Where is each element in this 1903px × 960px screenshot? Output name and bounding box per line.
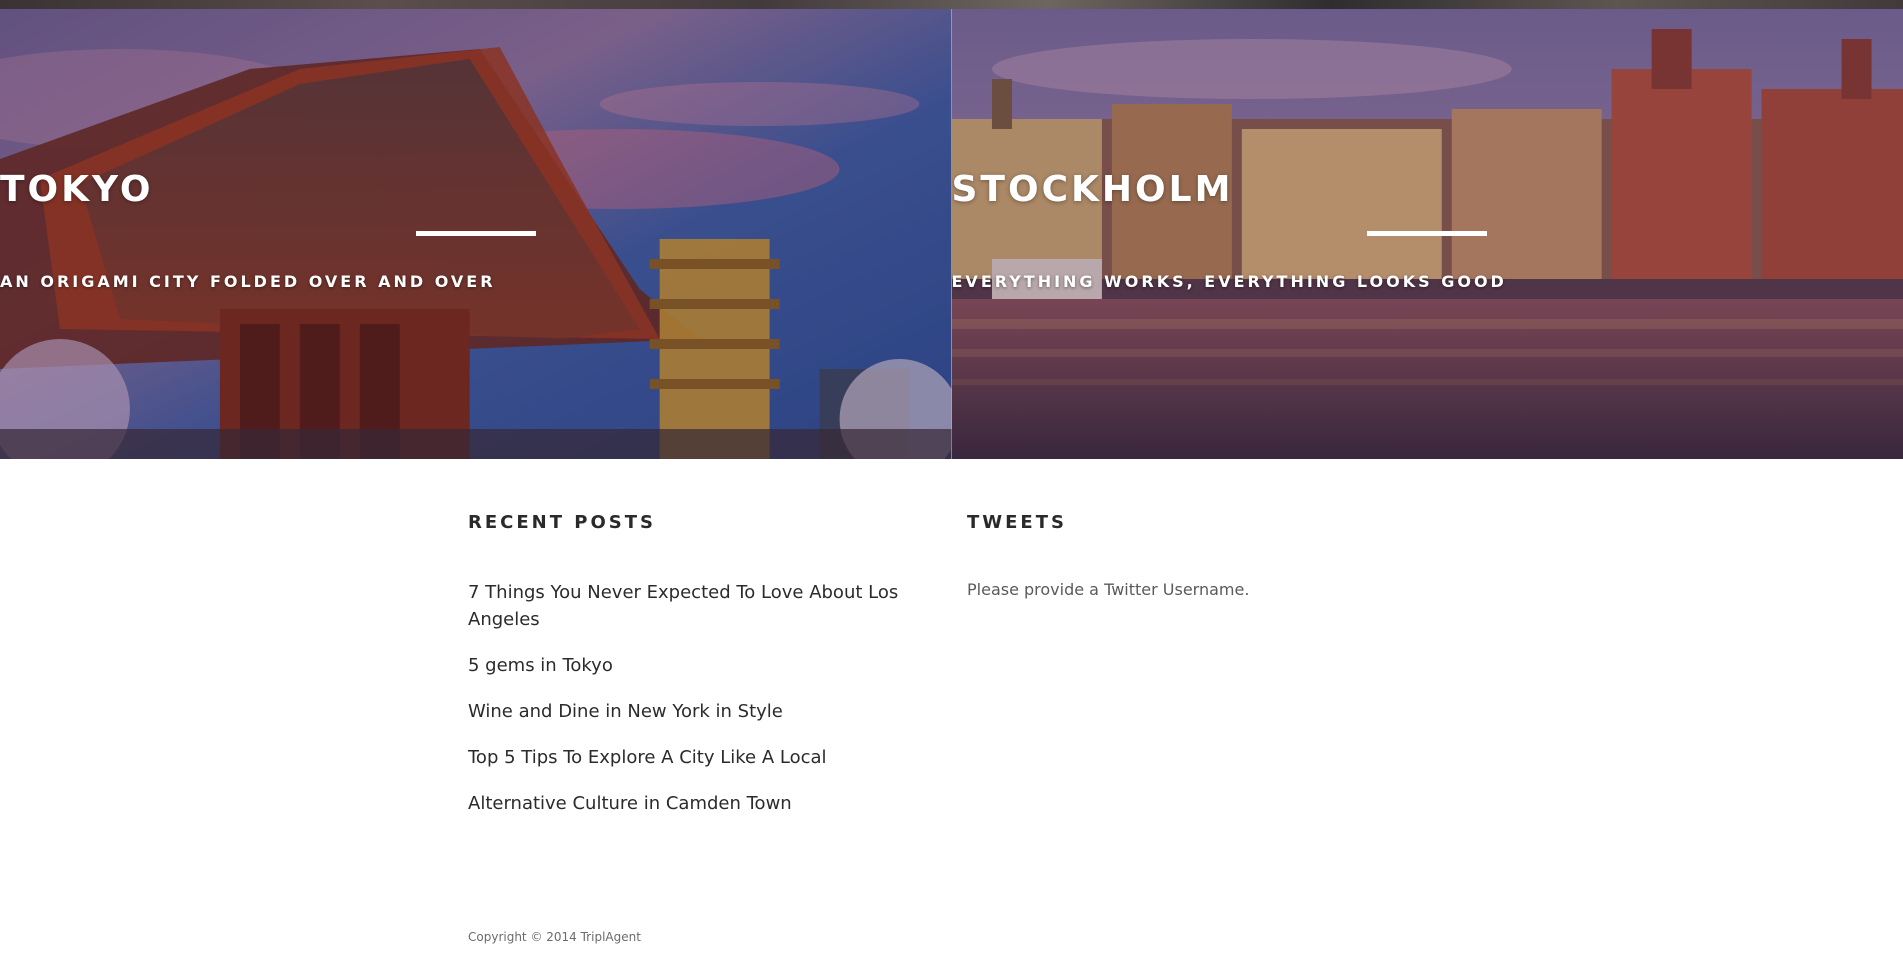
- tile-divider: [415, 231, 536, 236]
- previous-section-strip: [0, 0, 1903, 9]
- widget-title: TWEETS: [967, 512, 1067, 533]
- list-item: 7 Things You Never Expected To Love Abou…: [468, 579, 908, 633]
- tile-divider: [1367, 231, 1488, 236]
- destination-tiles: TOKYO AN ORIGAMI CITY FOLDED OVER AND OV…: [0, 9, 1903, 459]
- widget-title: RECENT POSTS: [468, 512, 656, 533]
- copyright-text: Copyright © 2014 TriplAgent: [468, 930, 641, 944]
- destination-tile-stockholm[interactable]: STOCKHOLM EVERYTHING WORKS, EVERYTHING L…: [951, 9, 1903, 459]
- recent-post-link[interactable]: Wine and Dine in New York in Style: [468, 698, 783, 725]
- recent-posts-widget: RECENT POSTS 7 Things You Never Expected…: [468, 512, 908, 836]
- tile-title: STOCKHOLM: [951, 169, 1234, 210]
- list-item: 5 gems in Tokyo: [468, 652, 908, 679]
- tile-title: TOKYO: [0, 169, 154, 210]
- list-item: Alternative Culture in Camden Town: [468, 790, 908, 817]
- tile-subtitle: EVERYTHING WORKS, EVERYTHING LOOKS GOOD: [951, 272, 1507, 291]
- recent-post-link[interactable]: 7 Things You Never Expected To Love Abou…: [468, 579, 908, 633]
- tweets-message: Please provide a Twitter Username.: [967, 580, 1250, 599]
- recent-post-link[interactable]: Alternative Culture in Camden Town: [468, 790, 792, 817]
- list-item: Wine and Dine in New York in Style: [468, 698, 908, 725]
- recent-post-link[interactable]: Top 5 Tips To Explore A City Like A Loca…: [468, 744, 827, 771]
- recent-posts-list: 7 Things You Never Expected To Love Abou…: [468, 579, 908, 817]
- recent-post-link[interactable]: 5 gems in Tokyo: [468, 652, 613, 679]
- tile-subtitle: AN ORIGAMI CITY FOLDED OVER AND OVER: [0, 272, 496, 291]
- destination-tile-tokyo[interactable]: TOKYO AN ORIGAMI CITY FOLDED OVER AND OV…: [0, 9, 952, 459]
- list-item: Top 5 Tips To Explore A City Like A Loca…: [468, 744, 908, 771]
- tweets-widget: TWEETS Please provide a Twitter Username…: [967, 512, 1427, 599]
- footer-widgets: RECENT POSTS 7 Things You Never Expected…: [468, 512, 1468, 832]
